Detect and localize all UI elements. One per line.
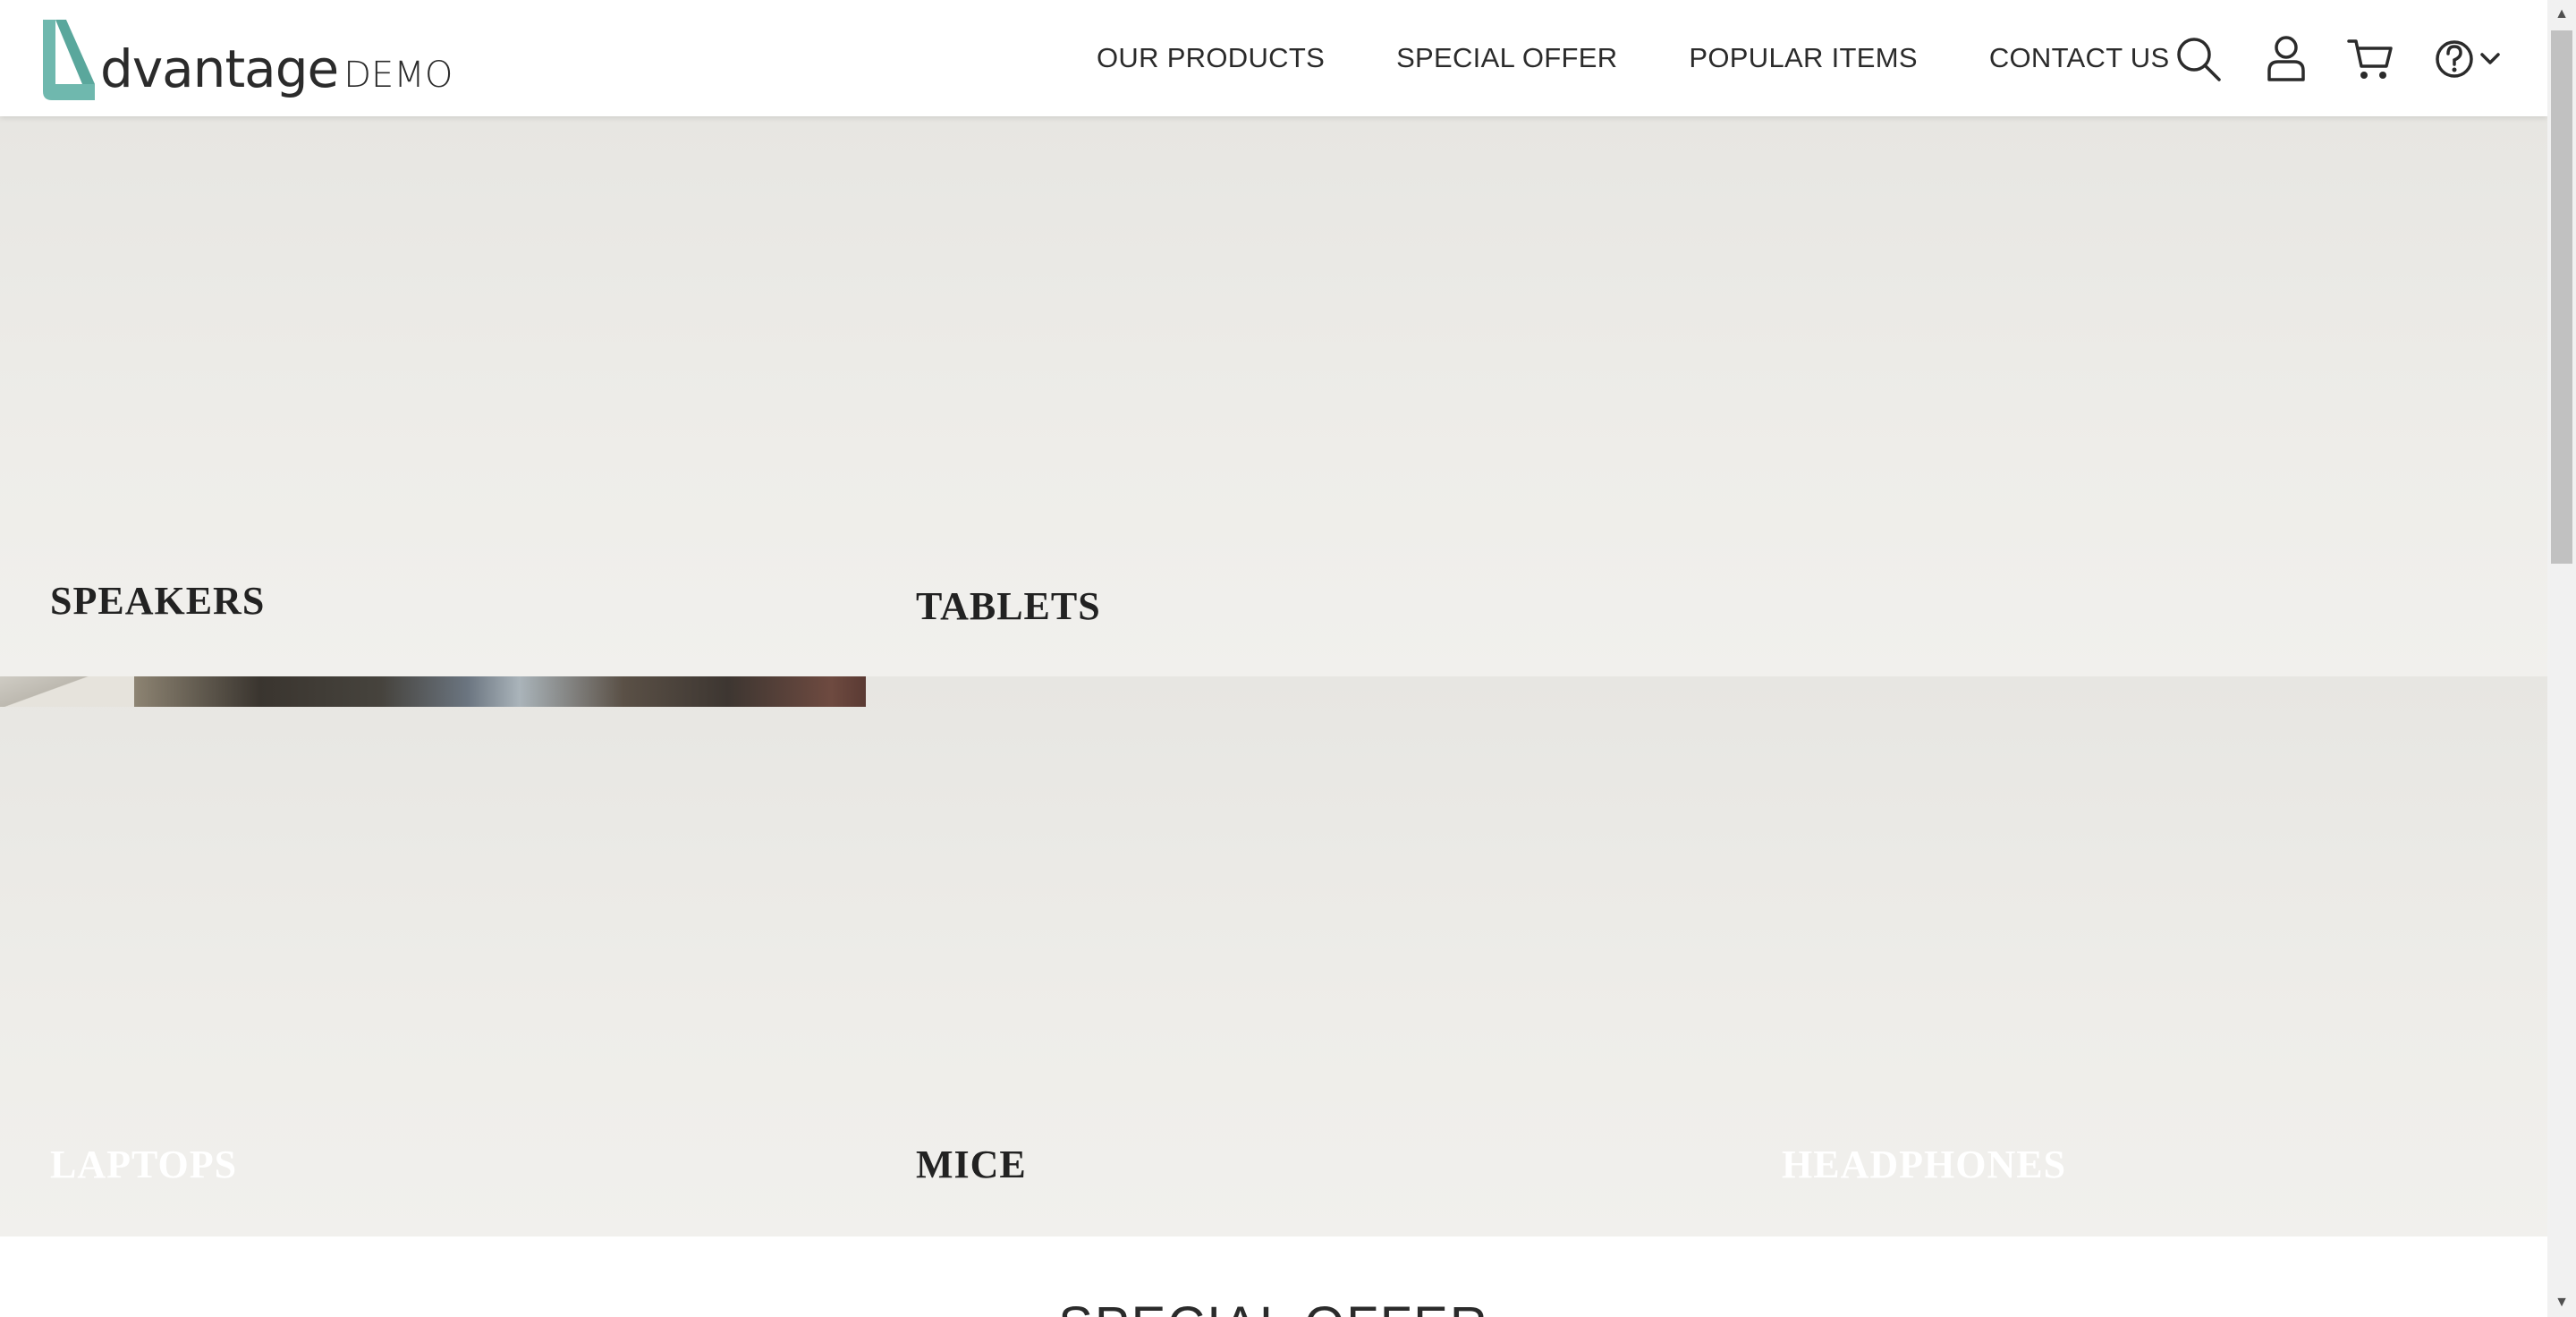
user-menu-button[interactable] xyxy=(2259,32,2313,86)
category-label-mice[interactable]: MICE xyxy=(916,1142,1027,1187)
nav-special-offer[interactable]: SPECIAL OFFER xyxy=(1396,42,1617,74)
category-label-speakers[interactable]: SPEAKERS xyxy=(50,578,265,624)
laptop-image-edge xyxy=(0,676,134,707)
help-menu-button[interactable] xyxy=(2431,32,2506,86)
category-tile-speakers[interactable]: SPEAKERS xyxy=(0,116,866,676)
page: dvantage DEMO OUR PRODUCTS SPECIAL OFFER… xyxy=(0,0,2576,1317)
category-label-laptops[interactable]: LAPTOPS xyxy=(50,1142,237,1187)
search-icon xyxy=(2177,38,2221,81)
category-tile-tablets[interactable]: TABLETS xyxy=(866,116,2547,676)
scroll-down-arrow-icon[interactable]: ▼ xyxy=(2547,1288,2576,1317)
search-button[interactable] xyxy=(2172,32,2225,86)
site-header: dvantage DEMO OUR PRODUCTS SPECIAL OFFER… xyxy=(0,0,2547,116)
chevron-down-icon xyxy=(2480,53,2500,64)
nav-popular-items[interactable]: POPULAR ITEMS xyxy=(1689,42,1917,74)
main-nav: OUR PRODUCTS SPECIAL OFFER POPULAR ITEMS… xyxy=(1097,0,2169,116)
category-tile-headphones[interactable]: HEADPHONES xyxy=(1732,676,2547,1236)
vertical-scrollbar[interactable]: ▲ ▼ xyxy=(2547,0,2576,1317)
scroll-up-arrow-icon[interactable]: ▲ xyxy=(2547,0,2576,29)
logo[interactable]: dvantage DEMO xyxy=(39,16,453,102)
logo-mark-icon xyxy=(43,20,95,100)
category-tile-mice[interactable]: MICE xyxy=(866,676,1732,1236)
cart-icon xyxy=(2347,39,2393,79)
user-icon xyxy=(2267,36,2305,81)
cart-button[interactable] xyxy=(2343,32,2397,86)
help-icon xyxy=(2436,40,2473,78)
scrollbar-thumb[interactable] xyxy=(2551,30,2572,564)
category-label-headphones[interactable]: HEADPHONES xyxy=(1782,1142,2066,1187)
category-tile-laptops[interactable]: LAPTOPS xyxy=(0,676,866,1236)
logo-word: dvantage xyxy=(100,38,339,99)
category-label-tablets[interactable]: TABLETS xyxy=(916,583,1101,629)
nav-contact-us[interactable]: CONTACT US xyxy=(1989,42,2170,74)
special-offer-heading: SPECIAL OFFER xyxy=(0,1296,2547,1317)
nav-our-products[interactable]: OUR PRODUCTS xyxy=(1097,42,1325,74)
logo-suffix: DEMO xyxy=(343,55,453,96)
